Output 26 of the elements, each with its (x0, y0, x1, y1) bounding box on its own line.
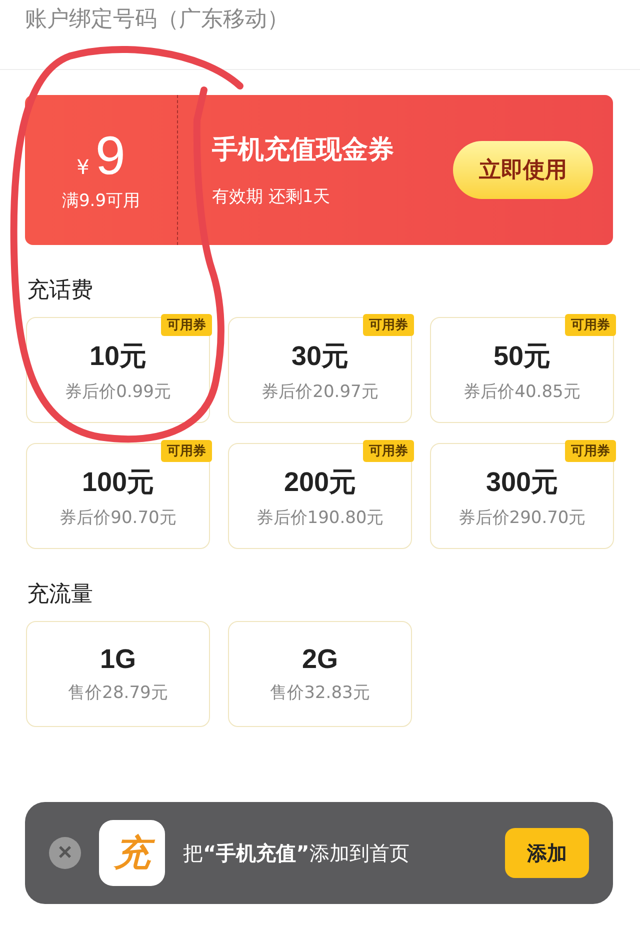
coupon-amount: 9 (95, 128, 126, 182)
amount-option[interactable]: 2G 售价32.83元 (228, 621, 412, 727)
coupon-badge: 可用券 (363, 314, 414, 336)
section-title: 充流量 (27, 582, 93, 607)
coupon-badge: 可用券 (161, 314, 212, 336)
amount-option[interactable]: 可用券 100元 券后价90.70元 (26, 443, 210, 549)
coupon-badge: 可用券 (565, 314, 616, 336)
amount-option[interactable]: 可用券 10元 券后价0.99元 (26, 317, 210, 423)
banner-message: 把“手机充值”添加到首页 (183, 840, 410, 866)
coupon-badge: 可用券 (161, 440, 212, 462)
coupon-condition: 满9.9可用 (62, 190, 140, 212)
amount-option[interactable]: 可用券 30元 券后价20.97元 (228, 317, 412, 423)
section-title: 充话费 (27, 278, 93, 303)
coupon-badge: 可用券 (565, 440, 616, 462)
amount-option[interactable]: 可用券 300元 券后价290.70元 (430, 443, 614, 549)
coupon-title: 手机充值现金券 (212, 134, 395, 167)
coupon-validity: 有效期 还剩1天 (212, 186, 332, 208)
use-now-button[interactable]: 立即使用 (453, 141, 593, 199)
amount-option[interactable]: 可用券 200元 券后价190.80元 (228, 443, 412, 549)
amount-option[interactable]: 可用券 50元 券后价40.85元 (430, 317, 614, 423)
coupon-badge: 可用券 (363, 440, 414, 462)
currency-symbol: ¥ (76, 154, 90, 178)
header-title: 账户绑定号码（广东移动） (25, 7, 289, 32)
app-icon: 充 (99, 820, 165, 886)
add-button[interactable]: 添加 (505, 828, 589, 878)
amount-option[interactable]: 1G 售价28.79元 (26, 621, 210, 727)
